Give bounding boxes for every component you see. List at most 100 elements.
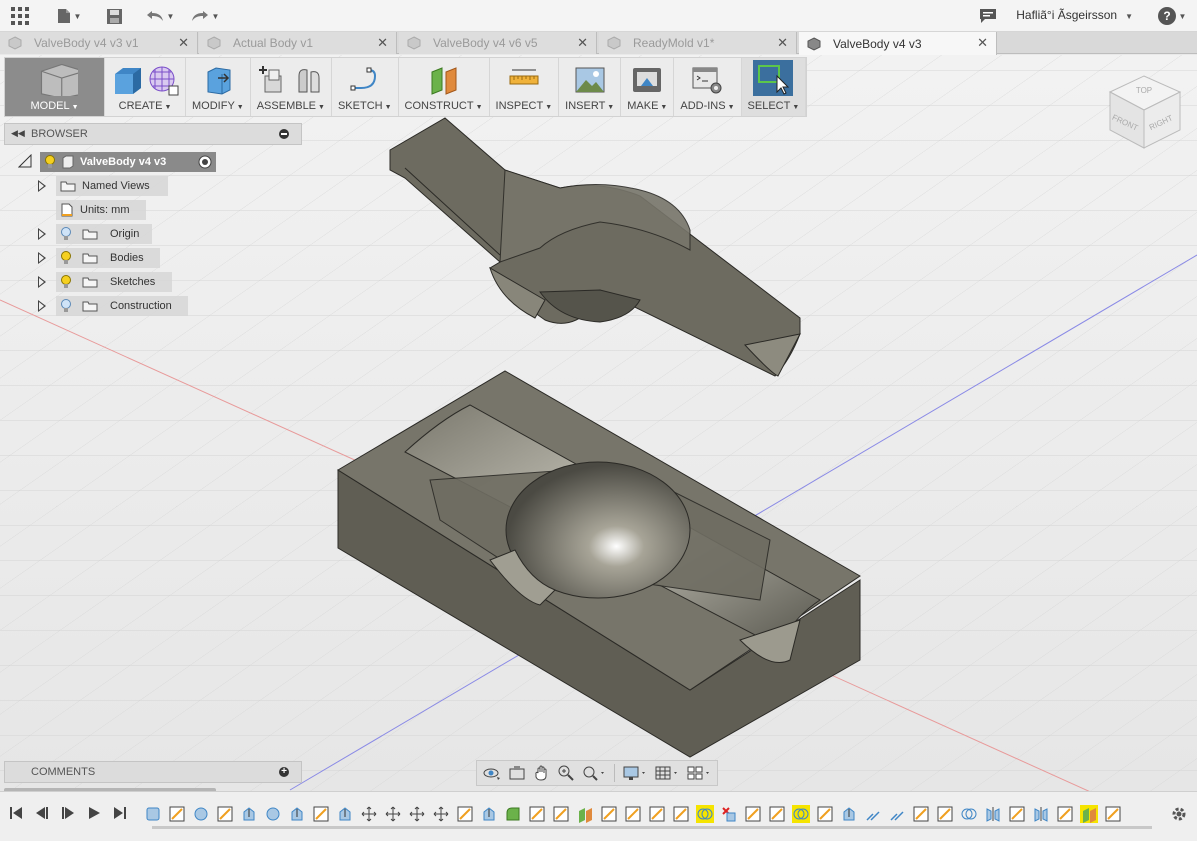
model-workspace-menu[interactable]: MODEL ▼	[5, 58, 105, 116]
modify-menu[interactable]: MODIFY ▼	[186, 58, 251, 116]
timeline-combine-icon[interactable]	[696, 805, 714, 823]
expand-triangle-icon[interactable]	[38, 300, 46, 312]
close-icon[interactable]: ✕	[178, 35, 189, 51]
timeline-sketch-icon[interactable]	[1056, 805, 1074, 823]
origin-node[interactable]: Origin	[56, 224, 152, 244]
make-menu[interactable]: MAKE ▼	[621, 58, 675, 116]
inspect-menu[interactable]: INSPECT ▼	[490, 58, 560, 116]
grid-settings-icon[interactable]	[655, 764, 679, 782]
look-at-icon[interactable]	[509, 764, 525, 782]
timeline-mirror-icon[interactable]	[984, 805, 1002, 823]
timeline-sketch-icon[interactable]	[600, 805, 618, 823]
zoom-window-icon[interactable]	[582, 764, 606, 782]
timeline-sketch-icon[interactable]	[1104, 805, 1122, 823]
gear-icon[interactable]	[1171, 806, 1187, 822]
timeline-sketch-icon[interactable]	[744, 805, 762, 823]
scripts-icon[interactable]	[691, 64, 723, 96]
expand-triangle-icon[interactable]	[38, 228, 46, 240]
construction-node[interactable]: Construction	[56, 296, 188, 316]
insert-image-icon[interactable]	[574, 64, 606, 96]
expand-triangle-icon[interactable]	[38, 252, 46, 264]
skip-to-end-icon[interactable]	[112, 805, 128, 821]
skip-to-start-icon[interactable]	[8, 805, 24, 821]
timeline-mirror-icon[interactable]	[1032, 805, 1050, 823]
timeline-move-icon[interactable]	[432, 805, 450, 823]
comment-button[interactable]	[978, 4, 998, 28]
sketch-menu[interactable]: SKETCH ▼	[332, 58, 399, 116]
viewports-icon[interactable]	[687, 764, 711, 782]
lightbulb-off-icon[interactable]	[60, 227, 72, 241]
press-pull-icon[interactable]	[202, 64, 234, 96]
pan-icon[interactable]	[533, 764, 549, 782]
select-menu[interactable]: SELECT ▼	[741, 58, 807, 116]
timeline-sketch-icon[interactable]	[456, 805, 474, 823]
named-views-node[interactable]: Named Views	[56, 176, 168, 196]
file-menu-button[interactable]: ▼	[54, 4, 84, 28]
timeline-sketch-icon[interactable]	[624, 805, 642, 823]
new-component-icon[interactable]	[257, 64, 289, 96]
sketches-node[interactable]: Sketches	[56, 272, 172, 292]
timeline-fillet-icon[interactable]	[504, 805, 522, 823]
measure-icon[interactable]	[508, 64, 540, 96]
tab-valvebody-v4-v3[interactable]: ValveBody v4 v3 ✕	[799, 32, 997, 55]
view-cube[interactable]: TOP FRONT RIGHT	[1104, 70, 1184, 150]
timeline-extrude-icon[interactable]	[288, 805, 306, 823]
timeline-extrude-icon[interactable]	[480, 805, 498, 823]
timeline-extrude-icon[interactable]	[840, 805, 858, 823]
insert-menu[interactable]: INSERT ▼	[559, 58, 622, 116]
timeline-sketch-icon[interactable]	[912, 805, 930, 823]
tab-valvebody-v4-v3-v1[interactable]: ValveBody v4 v3 v1 ✕	[0, 32, 198, 54]
bodies-node[interactable]: Bodies	[56, 248, 160, 268]
timeline-sketch-icon[interactable]	[768, 805, 786, 823]
close-icon[interactable]: ✕	[377, 35, 388, 51]
browser-root-node[interactable]: ValveBody v4 v3	[40, 152, 216, 172]
help-button[interactable]: ? ▼	[1155, 4, 1189, 28]
close-icon[interactable]: ✕	[577, 35, 588, 51]
collapse-panel-icon[interactable]: ◀◀	[11, 128, 25, 139]
browser-header[interactable]: ◀◀ BROWSER	[4, 123, 302, 145]
expand-triangle-icon[interactable]	[38, 180, 46, 192]
add-ins-menu[interactable]: ADD-INS ▼	[674, 58, 742, 116]
lightbulb-icon[interactable]	[60, 275, 72, 289]
timeline-delete-icon[interactable]	[720, 805, 738, 823]
timeline-sketch-icon[interactable]	[936, 805, 954, 823]
tab-valvebody-v4-v6-v5[interactable]: ValveBody v4 v6 v5 ✕	[399, 32, 597, 54]
form-icon[interactable]	[147, 64, 179, 96]
lightbulb-icon[interactable]	[44, 155, 56, 169]
units-node[interactable]: Units: mm	[56, 200, 146, 220]
timeline-sketch-icon[interactable]	[216, 805, 234, 823]
timeline-sphere-icon[interactable]	[264, 805, 282, 823]
close-icon[interactable]: ✕	[977, 35, 988, 51]
timeline-construct-icon[interactable]	[1080, 805, 1098, 823]
minimize-icon[interactable]	[279, 129, 289, 139]
step-forward-icon[interactable]	[60, 805, 76, 821]
step-back-icon[interactable]	[34, 805, 50, 821]
timeline-sketch-icon[interactable]	[672, 805, 690, 823]
timeline-sketch-icon[interactable]	[312, 805, 330, 823]
joint-icon[interactable]	[293, 64, 325, 96]
apps-grid-icon[interactable]	[10, 4, 30, 28]
play-icon[interactable]	[86, 805, 102, 821]
timeline-sketch-icon[interactable]	[816, 805, 834, 823]
comments-panel[interactable]: COMMENTS +	[4, 761, 302, 783]
timeline-body-icon[interactable]	[144, 805, 162, 823]
select-icon[interactable]	[753, 60, 794, 96]
timeline-move-icon[interactable]	[384, 805, 402, 823]
assemble-menu[interactable]: ASSEMBLE ▼	[251, 58, 332, 116]
zoom-icon[interactable]	[558, 764, 574, 782]
timeline-sketch-icon[interactable]	[552, 805, 570, 823]
display-settings-icon[interactable]	[623, 764, 647, 782]
lightbulb-off-icon[interactable]	[60, 299, 72, 313]
expanded-triangle-icon[interactable]	[18, 154, 32, 168]
create-menu[interactable]: CREATE ▼	[105, 58, 186, 116]
timeline-sketch-icon[interactable]	[168, 805, 186, 823]
timeline-move-icon[interactable]	[408, 805, 426, 823]
timeline-offset-icon[interactable]	[888, 805, 906, 823]
timeline-sketch-icon[interactable]	[1008, 805, 1026, 823]
user-menu[interactable]: Hafliã°i Ãsgeirsson ▼	[1016, 8, 1133, 22]
tab-actual-body-v1[interactable]: Actual Body v1 ✕	[199, 32, 397, 54]
timeline-track[interactable]	[152, 826, 1152, 829]
construct-menu[interactable]: CONSTRUCT ▼	[399, 58, 490, 116]
expand-triangle-icon[interactable]	[38, 276, 46, 288]
make-3d-print-icon[interactable]	[631, 64, 663, 96]
